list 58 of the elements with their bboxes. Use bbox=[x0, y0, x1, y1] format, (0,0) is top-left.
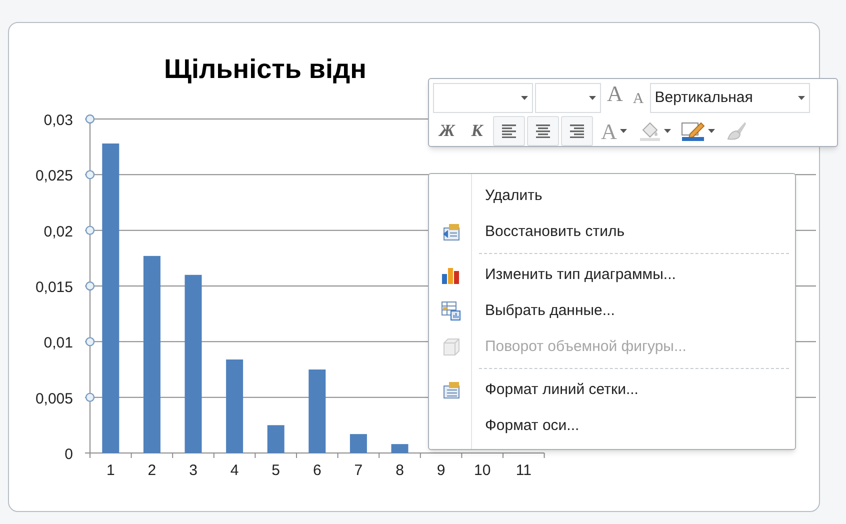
x-tick-label: 10 bbox=[474, 462, 491, 479]
caret-icon bbox=[521, 96, 528, 100]
y-tick-label: 0 bbox=[64, 446, 73, 463]
caret-icon bbox=[708, 129, 715, 133]
x-tick-label: 9 bbox=[436, 462, 446, 479]
style-dropdown[interactable]: Вертикальная bbox=[650, 83, 810, 113]
selection-handle[interactable] bbox=[85, 281, 95, 291]
y-tick-label: 0,02 bbox=[44, 223, 73, 240]
selection-handle[interactable] bbox=[85, 337, 95, 346]
align-left-icon bbox=[501, 124, 517, 138]
pencil-icon bbox=[681, 121, 705, 141]
y-tick-label: 0,01 bbox=[44, 334, 73, 352]
selection-handle[interactable] bbox=[85, 392, 95, 402]
x-tick-label: 6 bbox=[312, 462, 322, 479]
x-tick-label: 1 bbox=[106, 462, 115, 479]
bar bbox=[267, 425, 284, 453]
y-tick-label: 0,015 bbox=[35, 279, 73, 296]
menu-item[interactable]: Изменить тип диаграммы... bbox=[429, 257, 795, 293]
x-tick-label: 3 bbox=[189, 462, 198, 479]
italic-button[interactable]: К bbox=[463, 116, 491, 146]
menu-item[interactable]: Формат линий сетки... bbox=[429, 372, 795, 408]
shrink-font-button[interactable]: A bbox=[628, 83, 648, 113]
table-chart-icon bbox=[441, 301, 461, 321]
selection-handle[interactable] bbox=[85, 170, 95, 180]
selection-handle[interactable] bbox=[85, 226, 95, 235]
y-tick-label: 0,005 bbox=[35, 390, 73, 408]
bar bbox=[391, 444, 408, 453]
x-tick-label: 5 bbox=[272, 462, 280, 479]
format-icon bbox=[441, 380, 461, 400]
x-tick-label: 8 bbox=[396, 462, 404, 479]
menu-item[interactable]: Формат оси... bbox=[429, 408, 795, 444]
selection-handle[interactable] bbox=[85, 114, 95, 124]
paint-bucket-icon bbox=[639, 121, 661, 141]
chart-title: Щільність відн bbox=[164, 53, 366, 86]
caret-icon bbox=[620, 129, 627, 133]
y-tick-label: 0,025 bbox=[35, 168, 73, 185]
bar-chart-icon bbox=[441, 265, 461, 285]
x-tick-label: 2 bbox=[148, 462, 156, 479]
align-right-button[interactable] bbox=[561, 116, 593, 146]
x-tick-label: 7 bbox=[354, 462, 363, 479]
caret-icon bbox=[664, 129, 671, 133]
menu-item[interactable]: Удалить bbox=[429, 178, 795, 214]
align-left-button[interactable] bbox=[493, 116, 525, 146]
y-tick-label: 0,03 bbox=[44, 112, 73, 129]
caret-icon bbox=[589, 96, 596, 100]
bold-button[interactable]: Ж bbox=[433, 116, 461, 146]
bar bbox=[350, 434, 367, 453]
x-tick-label: 11 bbox=[516, 462, 532, 479]
menu-item[interactable]: Выбрать данные... bbox=[429, 293, 795, 329]
align-right-icon bbox=[569, 124, 585, 138]
x-tick-label: 4 bbox=[230, 462, 239, 479]
menu-item[interactable]: Восстановить стиль bbox=[429, 214, 795, 250]
align-center-icon bbox=[535, 124, 551, 138]
caret-icon bbox=[798, 96, 805, 100]
align-center-button[interactable] bbox=[527, 116, 559, 146]
grow-font-button[interactable]: A bbox=[603, 83, 627, 113]
restore-style-icon bbox=[441, 222, 461, 242]
cube-icon bbox=[441, 337, 461, 357]
